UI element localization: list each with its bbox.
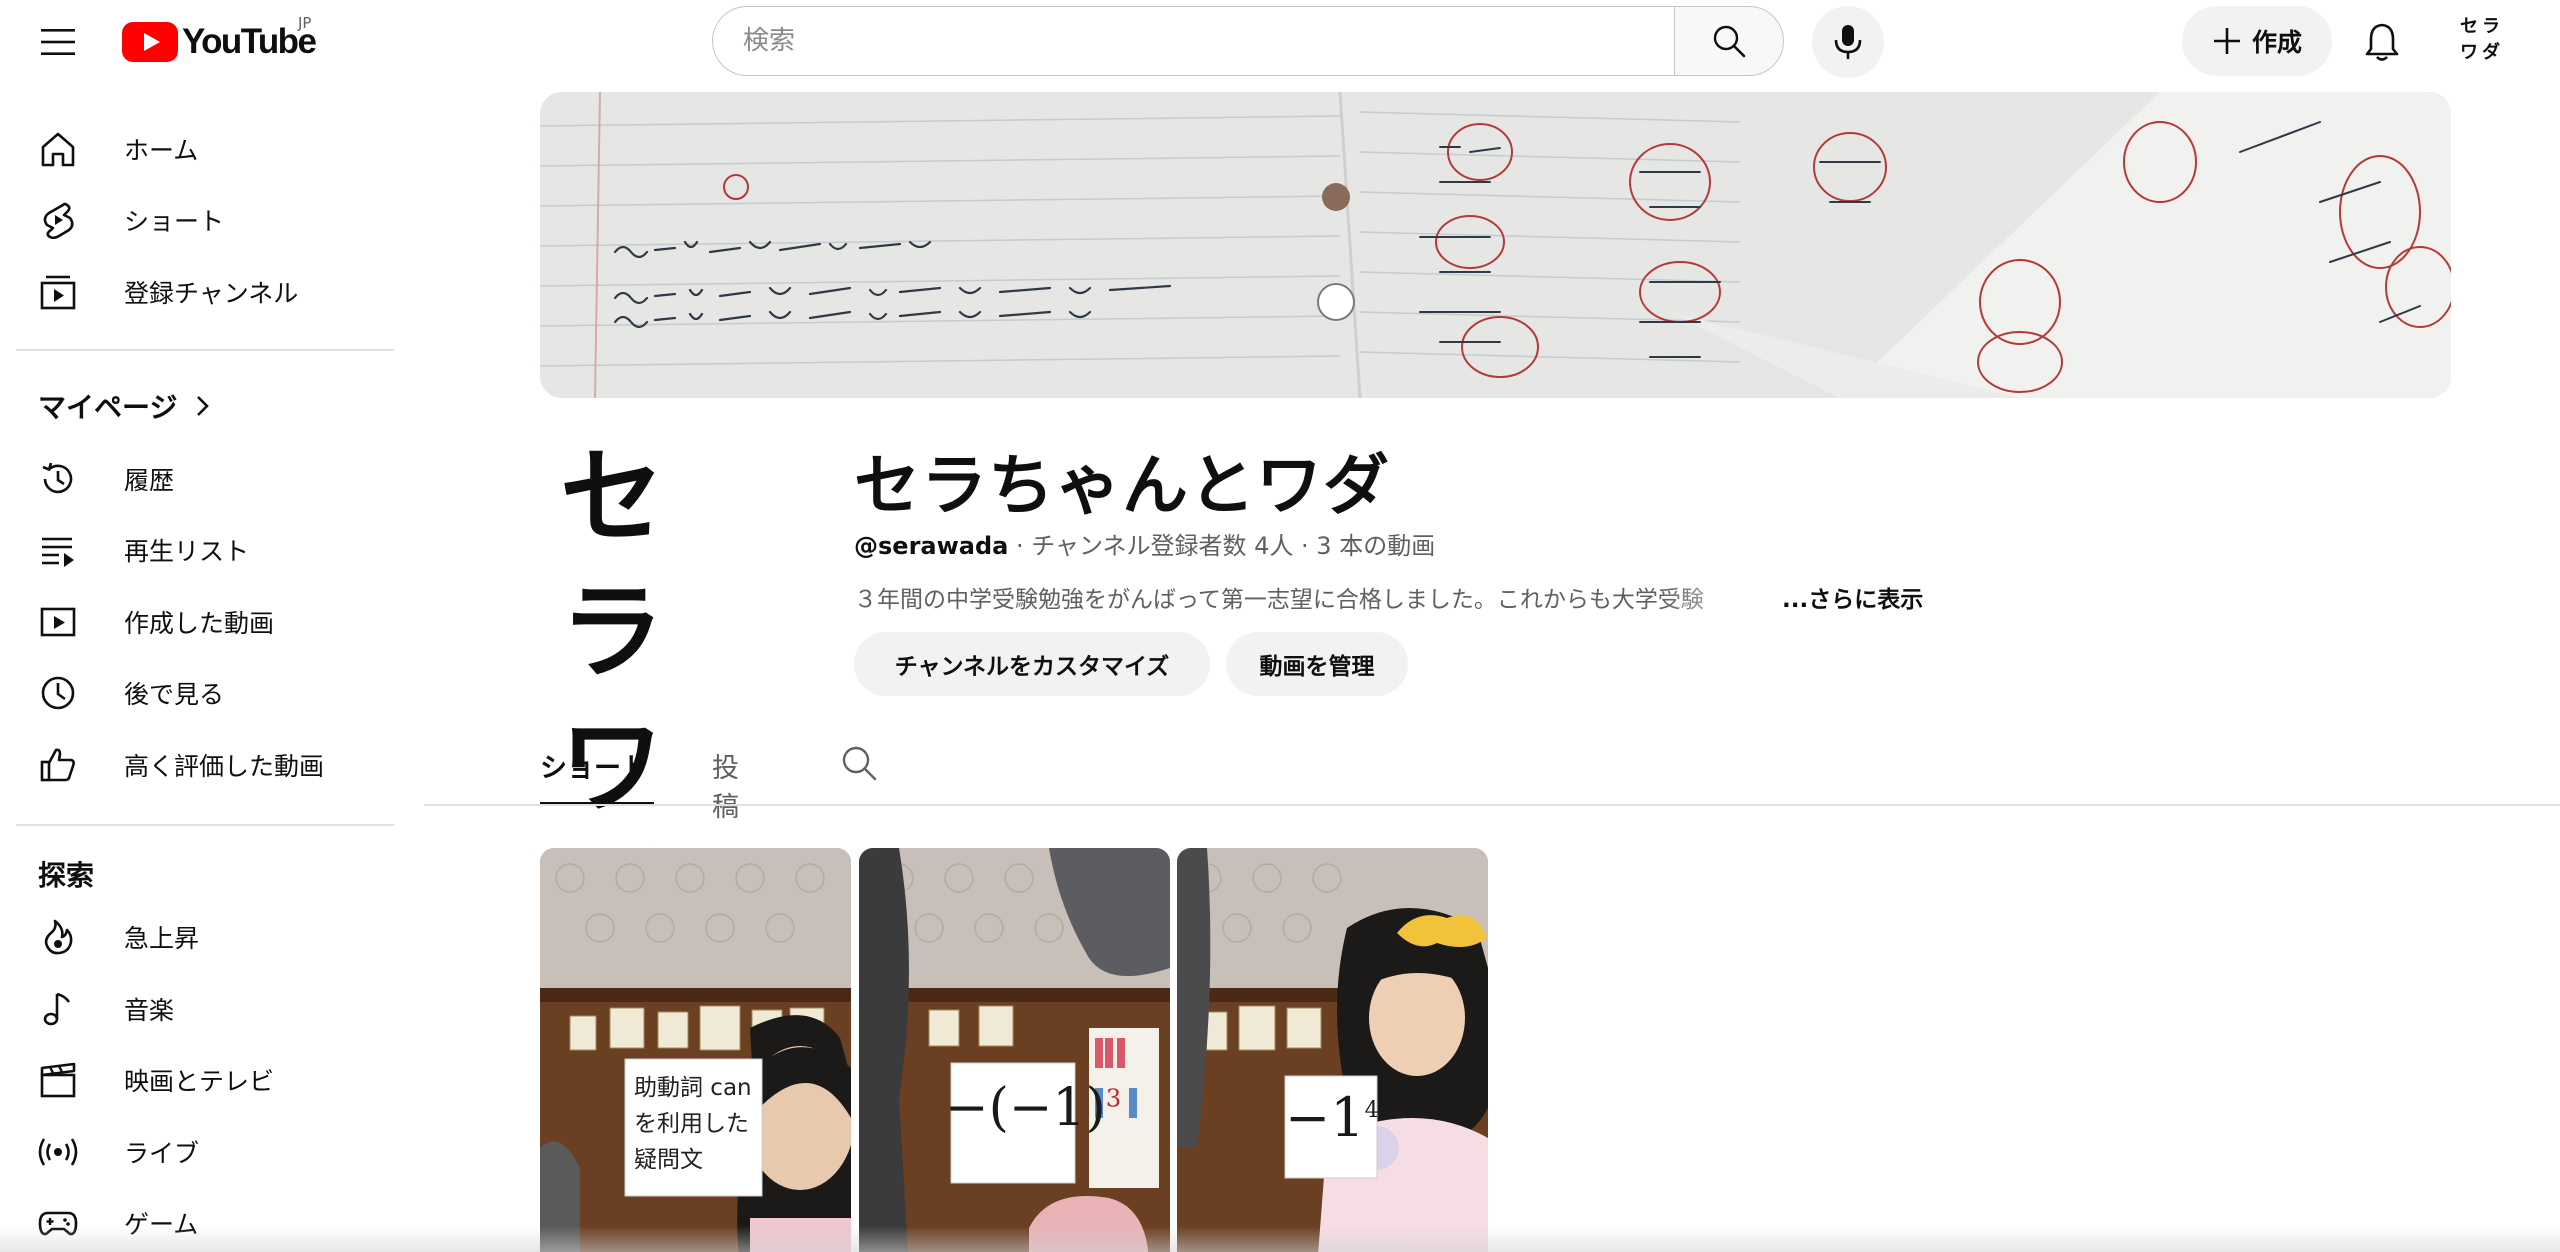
- shorts-icon: [38, 200, 78, 240]
- sidebar-item-trending[interactable]: 急上昇: [16, 902, 392, 972]
- playlist-icon: [38, 530, 78, 570]
- short-card-math: −14: [1285, 1086, 1379, 1149]
- watch-later-icon: [38, 673, 78, 713]
- short-card-exponent: 4: [1364, 1098, 1379, 1123]
- channel-avatar: セラ ワダ: [560, 430, 800, 963]
- short-card-math: −(−1)3: [945, 1078, 1121, 1138]
- sidebar-item-label: 映画とテレビ: [124, 1067, 275, 1096]
- short-card-expression: −1: [1285, 1086, 1365, 1149]
- bottom-shadow: [0, 1226, 2560, 1252]
- sidebar-item-label: ライブ: [124, 1139, 200, 1168]
- channel-stats: · チャンネル登録者数 4人 · 3 本の動画: [1008, 532, 1436, 560]
- history-icon: [38, 459, 78, 499]
- channel-description[interactable]: ３年間の中学受験勉強をがんばって第一志望に合格しました。これからも大学受験 ..…: [854, 580, 1923, 614]
- sidebar-item-label: 登録チャンネル: [124, 279, 299, 308]
- short-card-line: 疑問文: [634, 1147, 703, 1173]
- sidebar-divider: [16, 349, 394, 351]
- search-button[interactable]: [1674, 6, 1784, 76]
- search-input[interactable]: [712, 6, 1674, 76]
- sidebar: ホーム ショート 登録チャンネル マイページ 履歴 再生リスト 作成した動画 後…: [0, 84, 410, 1252]
- account-avatar-line1: セラ: [2460, 16, 2504, 37]
- search-icon: [842, 746, 877, 781]
- menu-icon[interactable]: [36, 20, 80, 64]
- sidebar-item-label: 音楽: [124, 996, 175, 1025]
- chevron-right-icon: [197, 396, 210, 416]
- channel-handle: @serawada: [854, 532, 1009, 560]
- music-note-icon: [38, 989, 78, 1029]
- sidebar-item-subscriptions[interactable]: 登録チャンネル: [16, 257, 392, 327]
- your-videos-icon: [38, 602, 78, 642]
- sidebar-item-label: ショート: [124, 207, 225, 236]
- sidebar-item-label: 高く評価した動画: [124, 752, 325, 781]
- short-thumbnail-image: [1177, 848, 1488, 1252]
- sidebar-item-label: 後で見る: [124, 680, 225, 709]
- mypage-header[interactable]: マイページ: [38, 386, 211, 426]
- sidebar-item-label: 作成した動画: [124, 609, 275, 638]
- live-icon: [38, 1132, 78, 1172]
- sidebar-item-shorts[interactable]: ショート: [16, 185, 392, 255]
- account-avatar[interactable]: セラ ワダ: [2446, 14, 2518, 70]
- youtube-logo[interactable]: YouTube: [122, 22, 317, 62]
- customize-channel-button[interactable]: チャンネルをカスタマイズ: [854, 632, 1210, 696]
- search-icon: [1713, 25, 1746, 58]
- home-icon: [38, 129, 78, 169]
- short-card-line: を利用した: [634, 1111, 749, 1137]
- plus-icon: [2213, 28, 2240, 54]
- channel-banner: [540, 92, 2451, 398]
- tab-posts[interactable]: 投稿: [712, 736, 739, 823]
- voice-search-button[interactable]: [1812, 6, 1884, 78]
- short-card-line: 助動詞 can: [634, 1075, 752, 1101]
- sidebar-divider: [16, 824, 394, 826]
- thumbs-up-icon: [38, 745, 78, 785]
- short-thumbnail-1[interactable]: 助動詞 can を利用した 疑問文: [540, 848, 851, 1252]
- subscriptions-icon: [38, 272, 78, 312]
- sidebar-item-history[interactable]: 履歴: [16, 444, 392, 514]
- short-thumbnail-2[interactable]: −(−1)3: [859, 848, 1170, 1252]
- channel-search-button[interactable]: [840, 736, 878, 806]
- search-box: [712, 6, 1784, 76]
- tabs-divider: [424, 804, 2560, 806]
- show-more-link[interactable]: ...さらに表示: [1782, 580, 1923, 614]
- manage-videos-button[interactable]: 動画を管理: [1226, 632, 1408, 696]
- account-avatar-line2: ワダ: [2460, 42, 2504, 63]
- short-thumbnail-image: [859, 848, 1170, 1252]
- sidebar-item-home[interactable]: ホーム: [16, 114, 392, 184]
- logo-text: YouTube: [182, 22, 317, 61]
- banner-notebook-image: [540, 92, 2451, 398]
- short-thumbnail-image: [540, 848, 851, 1252]
- trending-icon: [38, 917, 78, 957]
- masthead: YouTube JP 作成 セラ ワダ: [0, 0, 2560, 84]
- sidebar-item-label: 急上昇: [124, 924, 200, 953]
- short-card-exponent: 3: [1105, 1084, 1122, 1113]
- sidebar-item-movies[interactable]: 映画とテレビ: [16, 1045, 392, 1115]
- channel-name: セラちゃんとワダ: [854, 447, 1390, 524]
- sidebar-item-watch-later[interactable]: 後で見る: [16, 658, 392, 728]
- sidebar-item-playlists[interactable]: 再生リスト: [16, 515, 392, 585]
- sidebar-item-label: ホーム: [124, 136, 199, 165]
- create-button[interactable]: 作成: [2182, 6, 2332, 76]
- short-thumbnail-3[interactable]: −14: [1177, 848, 1488, 1252]
- sidebar-item-label: 履歴: [124, 466, 175, 495]
- sidebar-item-liked-videos[interactable]: 高く評価した動画: [16, 730, 392, 800]
- sidebar-item-label: 再生リスト: [124, 537, 250, 566]
- explore-header: 探索: [38, 854, 94, 894]
- region-code: JP: [298, 14, 312, 32]
- tab-shorts[interactable]: ショート: [540, 736, 654, 806]
- channel-avatar-line1: セラ: [560, 436, 689, 693]
- explore-title: 探索: [38, 859, 95, 892]
- channel-description-text: ３年間の中学受験勉強をがんばって第一志望に合格しました。これからも大学受験: [854, 587, 1704, 613]
- notifications-button[interactable]: [2358, 18, 2406, 66]
- clapperboard-icon: [38, 1060, 78, 1100]
- create-label: 作成: [2251, 28, 2302, 57]
- sidebar-item-music[interactable]: 音楽: [16, 974, 392, 1044]
- bell-icon: [2365, 23, 2399, 61]
- microphone-icon: [1834, 25, 1862, 59]
- sidebar-item-live[interactable]: ライブ: [16, 1117, 392, 1187]
- youtube-logo-icon: [122, 22, 178, 62]
- mypage-title: マイページ: [38, 391, 178, 424]
- channel-meta: @serawada · チャンネル登録者数 4人 · 3 本の動画: [854, 526, 1435, 561]
- short-card-expression: −(−1): [945, 1078, 1106, 1138]
- sidebar-item-your-videos[interactable]: 作成した動画: [16, 587, 392, 657]
- short-card-text: 助動詞 can を利用した 疑問文: [634, 1070, 762, 1178]
